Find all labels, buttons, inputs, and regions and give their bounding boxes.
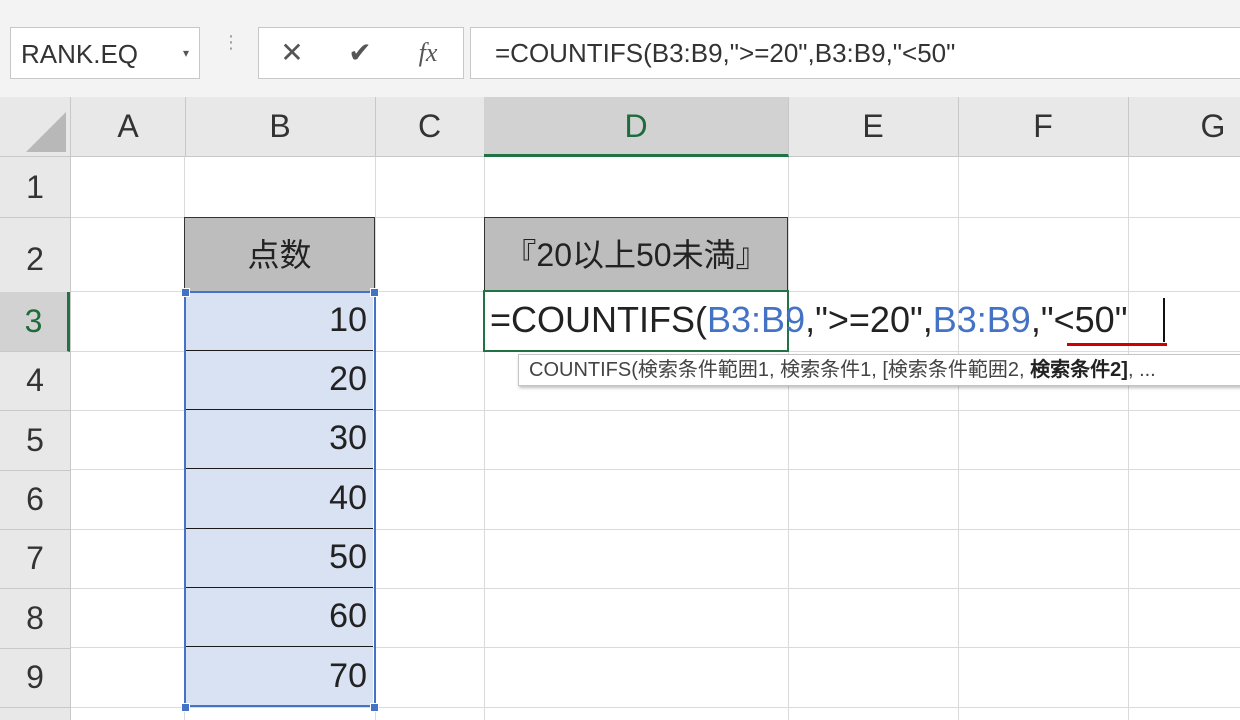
gridline — [1128, 157, 1129, 720]
gridline — [958, 157, 959, 720]
cell-b2[interactable]: 点数 — [184, 217, 375, 292]
row-header-2[interactable]: 2 — [0, 217, 70, 293]
column-header-e[interactable]: E — [788, 97, 959, 156]
select-all-triangle-icon — [26, 112, 66, 152]
formula-separator: , — [1030, 299, 1041, 340]
function-argument-tooltip: COUNTIFS(検索条件範囲1, 検索条件1, [検索条件範囲2, 検索条件2… — [518, 354, 1240, 386]
chevron-down-icon[interactable]: ▾ — [183, 28, 189, 78]
row-header-8[interactable]: 8 — [0, 588, 70, 649]
formula-current-argument: "<50" — [1040, 299, 1128, 340]
row-header-4[interactable]: 4 — [0, 351, 70, 411]
column-header-c[interactable]: C — [375, 97, 485, 156]
row-header-5[interactable]: 5 — [0, 410, 70, 471]
formula-range-reference: B3:B9 — [932, 299, 1031, 340]
row-header-9[interactable]: 9 — [0, 648, 70, 708]
column-header-f[interactable]: F — [958, 97, 1129, 156]
gridline — [71, 707, 1240, 708]
insert-function-button[interactable]: fx — [397, 28, 459, 78]
row-header-6[interactable]: 6 — [0, 470, 70, 530]
row-header-7[interactable]: 7 — [0, 529, 70, 589]
formula-input[interactable]: =COUNTIFS(B3:B9,">=20",B3:B9,"<50" — [470, 27, 1240, 79]
formula-function-part: =COUNTIFS( — [490, 299, 708, 340]
tooltip-text-suffix: , ... — [1127, 359, 1156, 381]
column-header-a[interactable]: A — [71, 97, 186, 156]
cell-d2[interactable]: 『20以上50未満』 — [484, 217, 788, 292]
range-handle[interactable] — [370, 703, 379, 712]
range-handle[interactable] — [181, 288, 190, 297]
formula-criteria-part: ,">=20", — [805, 299, 933, 340]
range-handle[interactable] — [181, 703, 190, 712]
formula-buttons: ✕ ✔ fx — [258, 27, 464, 79]
gridline — [788, 157, 789, 720]
argument-underline — [1067, 343, 1167, 346]
cell-edit-text[interactable]: =COUNTIFS(B3:B9,">=20",B3:B9,"<50" — [490, 291, 1127, 349]
column-header-b[interactable]: B — [185, 97, 376, 156]
select-all-button[interactable] — [0, 97, 71, 156]
row-header-1[interactable]: 1 — [0, 157, 70, 218]
enter-button[interactable]: ✔ — [329, 28, 391, 78]
column-header-d[interactable]: D — [484, 97, 789, 157]
name-box[interactable]: RANK.EQ ▾ — [10, 27, 200, 79]
formula-range-reference: B3:B9 — [707, 299, 806, 340]
column-header-row: A B C D E F G — [0, 97, 1240, 157]
tooltip-current-argument: 検索条件2] — [1030, 359, 1128, 381]
text-cursor — [1163, 298, 1165, 342]
reference-range-outline — [184, 291, 376, 707]
name-box-value: RANK.EQ — [21, 39, 139, 69]
grip-handle-icon[interactable]: ⋮ — [222, 33, 240, 68]
row-header-column: 1 2 3 4 5 6 7 8 9 — [0, 157, 71, 720]
row-header-3[interactable]: 3 — [0, 292, 70, 352]
tooltip-text: COUNTIFS(検索条件範囲1, 検索条件1, [検索条件範囲2, — [529, 359, 1031, 381]
column-header-g[interactable]: G — [1128, 97, 1240, 156]
cancel-button[interactable]: ✕ — [261, 28, 323, 78]
range-handle[interactable] — [370, 288, 379, 297]
